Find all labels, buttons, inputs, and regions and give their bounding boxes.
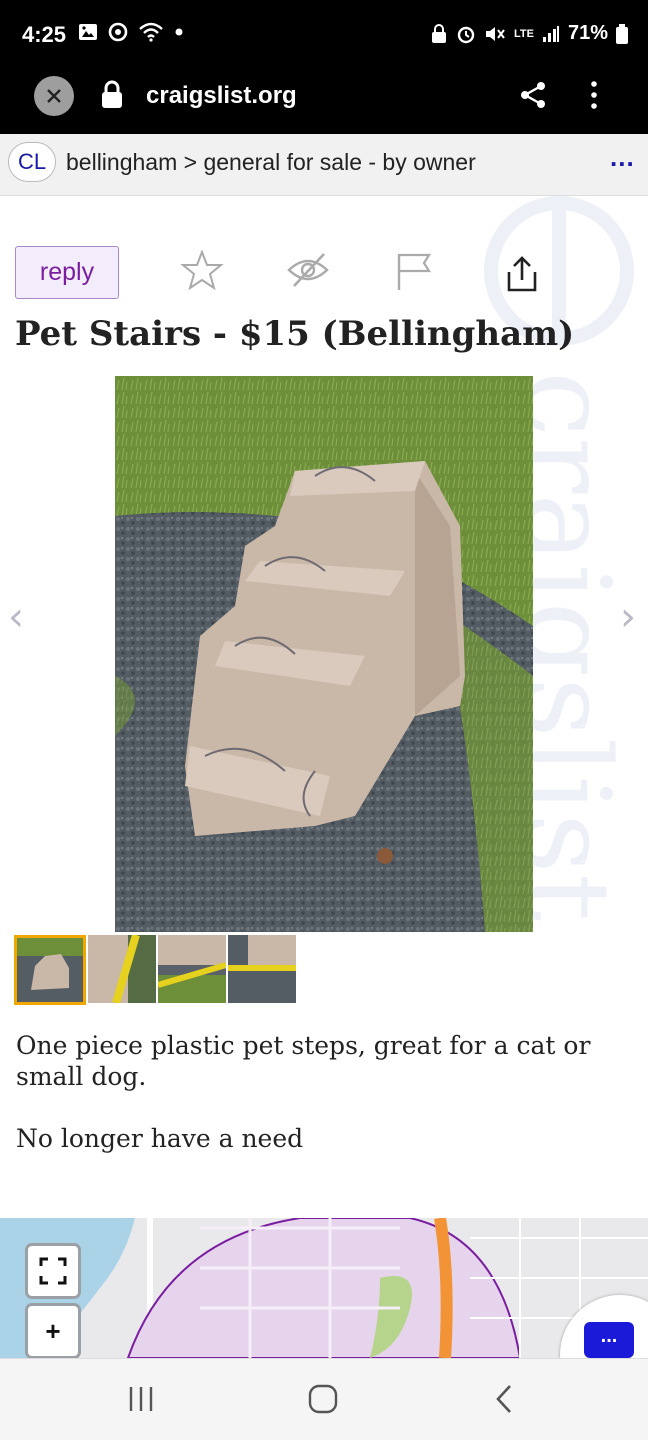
sync-icon	[108, 22, 128, 42]
close-tab-button[interactable]	[34, 76, 74, 116]
notification-dot-icon	[175, 28, 183, 36]
breadcrumb-more-button[interactable]: ...	[610, 142, 635, 173]
network-type: LTE	[514, 27, 534, 40]
thumbnail-3[interactable]	[158, 935, 226, 1003]
status-bar: 4:25 LTE 71%	[0, 0, 648, 62]
gallery-next-arrow[interactable]: ›	[620, 594, 636, 640]
gallery-icon	[79, 24, 97, 40]
map-zoom-in-button[interactable]: +	[28, 1306, 78, 1356]
thumbnail-image	[88, 935, 156, 1003]
status-system-icons: LTE 71%	[430, 22, 628, 45]
listing-main-photo[interactable]	[115, 376, 533, 932]
flag-icon[interactable]	[394, 250, 434, 292]
reply-button[interactable]: reply	[15, 246, 119, 299]
lock-icon	[102, 80, 122, 108]
android-nav-bar	[0, 1358, 648, 1440]
thumbnail-image	[228, 935, 296, 1003]
fullscreen-icon	[39, 1257, 67, 1285]
thumbnail-2[interactable]	[88, 935, 156, 1003]
browser-toolbar: craigslist.org	[0, 62, 648, 134]
craigslist-logo[interactable]: CL	[8, 142, 56, 182]
pet-stairs-photo	[115, 376, 533, 932]
alarm-icon	[457, 26, 475, 43]
wifi-icon	[139, 22, 163, 42]
back-icon[interactable]	[490, 1381, 520, 1417]
thumbnail-image	[17, 938, 83, 1002]
status-notification-icons	[78, 22, 184, 42]
chat-icon[interactable]: ...	[584, 1322, 634, 1358]
map-fullscreen-button[interactable]	[28, 1246, 78, 1296]
battery-icon	[616, 23, 628, 44]
gallery-thumbnails	[14, 935, 296, 1005]
url-text[interactable]: craigslist.org	[146, 82, 297, 110]
mute-icon	[486, 26, 505, 41]
status-time: 4:25	[22, 22, 67, 47]
thumbnail-1[interactable]	[14, 935, 86, 1005]
favorite-star-icon[interactable]	[180, 250, 224, 290]
gallery-prev-arrow[interactable]: ‹	[8, 594, 24, 640]
home-icon[interactable]	[306, 1381, 340, 1417]
lock-screen-icon	[432, 23, 446, 43]
map-tiles	[0, 1218, 648, 1358]
close-icon	[47, 89, 61, 103]
location-map[interactable]: +	[0, 1218, 648, 1358]
description-paragraph: One piece plastic pet steps, great for a…	[16, 1031, 591, 1091]
breadcrumb-bar: CL bellingham > general for sale - by ow…	[0, 134, 648, 196]
post-title: Pet Stairs - $15 (Bellingham)	[15, 314, 575, 354]
hide-eye-icon[interactable]	[286, 250, 330, 290]
breadcrumb[interactable]: bellingham > general for sale - by owner	[66, 149, 476, 176]
signal-icon	[542, 25, 559, 42]
battery-percent: 71%	[567, 22, 608, 44]
thumbnail-4[interactable]	[228, 935, 296, 1003]
more-options-icon[interactable]	[584, 78, 604, 112]
description-paragraph: No longer have a need	[16, 1124, 304, 1153]
share-post-icon[interactable]	[504, 256, 540, 294]
recent-apps-icon[interactable]	[126, 1381, 156, 1417]
post-description: One piece plastic pet steps, great for a…	[16, 1030, 616, 1185]
thumbnail-image	[158, 935, 226, 1003]
share-icon[interactable]	[518, 80, 548, 110]
